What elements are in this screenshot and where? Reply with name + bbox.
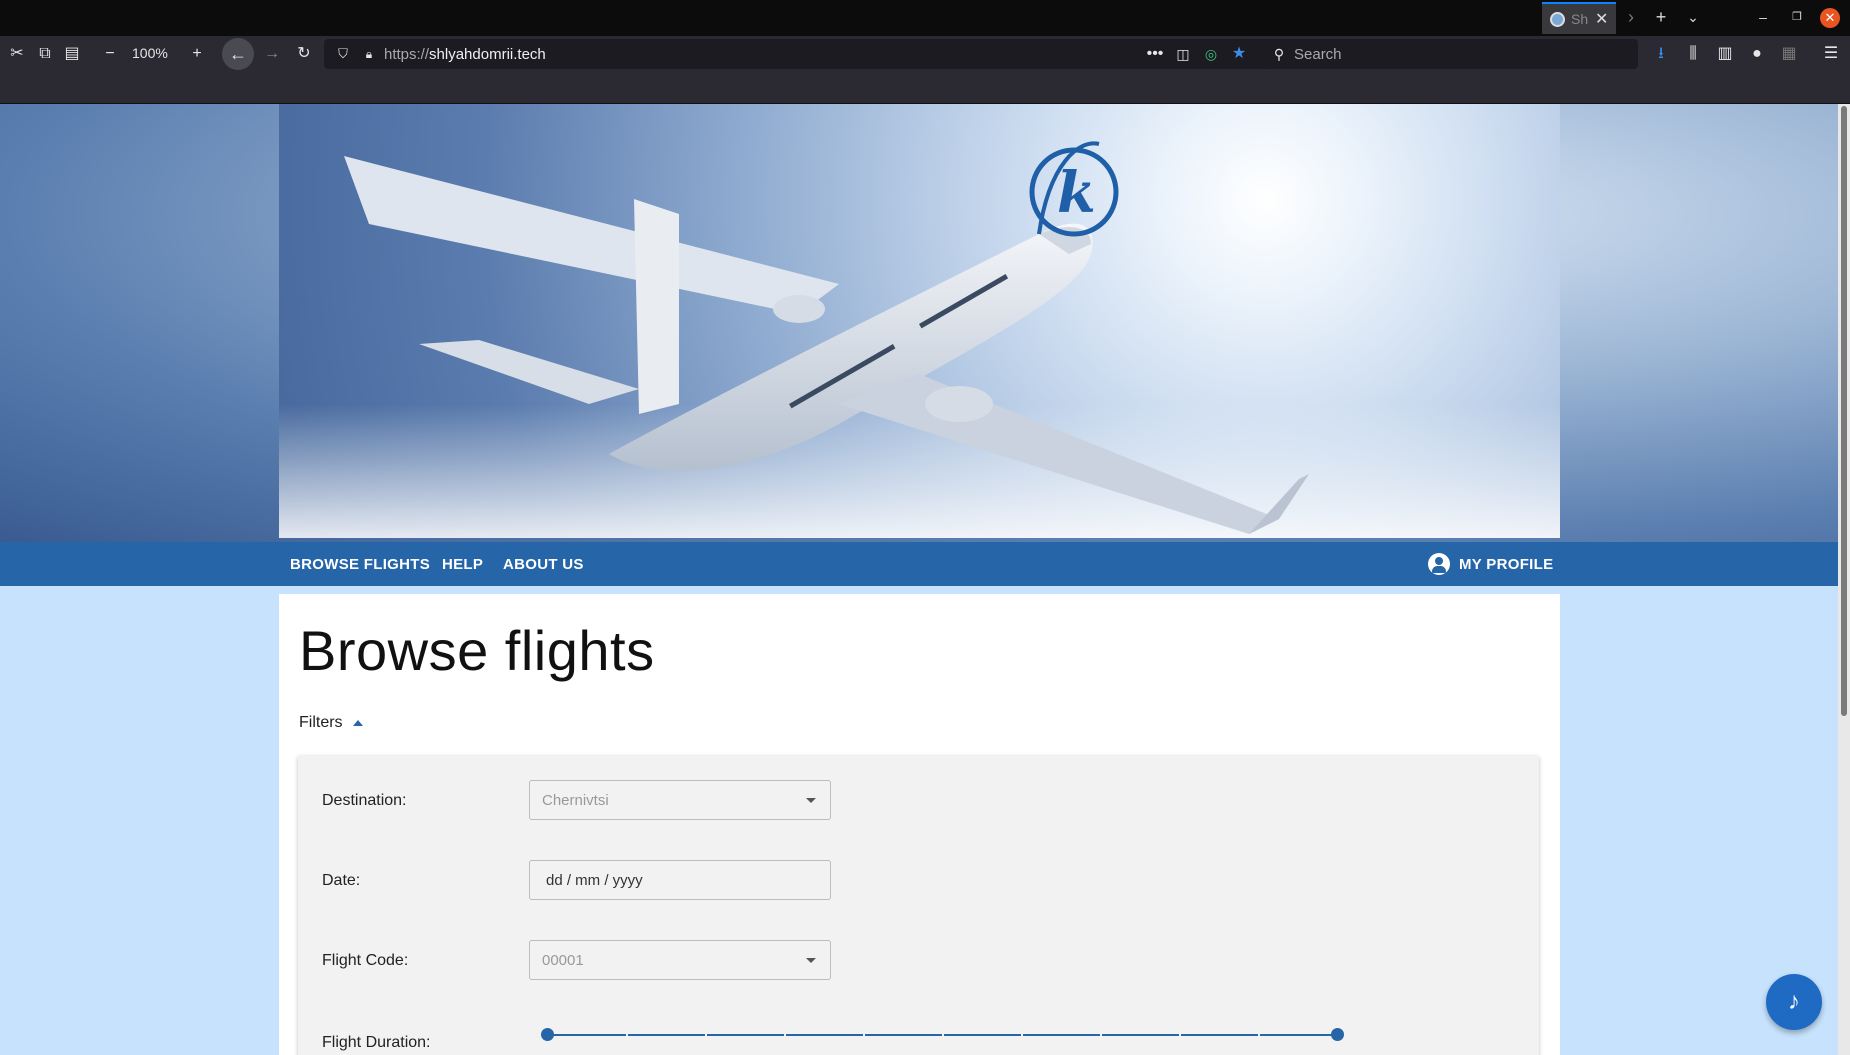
- bookmarks-toolbar: [0, 72, 1850, 104]
- copy-icon[interactable]: ⧉: [32, 43, 58, 65]
- paste-icon[interactable]: ▤: [59, 43, 85, 65]
- chevron-down-icon: [806, 958, 816, 963]
- nav-browse-flights[interactable]: BROWSE FLIGHTS: [290, 556, 430, 573]
- zoom-out-icon[interactable]: −: [97, 43, 123, 65]
- duration-slider-min-thumb[interactable]: [541, 1028, 554, 1041]
- pocket-icon[interactable]: ◫: [1170, 43, 1196, 65]
- url-bar[interactable]: ⛉ 🔒︎ https://shlyahdomrii.tech ••• ◫ ◎ ★: [324, 39, 1278, 69]
- bookmark-star-icon[interactable]: ★: [1226, 43, 1252, 65]
- tab-favicon-icon: [1550, 11, 1565, 27]
- minimize-icon[interactable]: –: [1752, 7, 1774, 27]
- menu-icon[interactable]: ☰: [1818, 43, 1844, 65]
- lock-icon[interactable]: 🔒︎: [356, 43, 382, 65]
- url-host: shlyahdomrii.tech: [429, 46, 546, 63]
- extension-icon[interactable]: ◎: [1198, 43, 1224, 65]
- main-content: Browse flights Filters Destination: Cher…: [279, 594, 1560, 1055]
- slider-tick: [1100, 1033, 1102, 1037]
- slider-tick: [705, 1033, 707, 1037]
- sidebar-icon[interactable]: ▥: [1712, 43, 1738, 65]
- logo-k-icon: k: [1029, 141, 1119, 237]
- back-button[interactable]: ←: [222, 38, 254, 70]
- zoom-in-icon[interactable]: +: [184, 43, 210, 65]
- caret-up-icon: [352, 720, 363, 726]
- slider-tick: [1179, 1033, 1181, 1037]
- tab-title: Sh: [1571, 11, 1589, 27]
- restore-icon[interactable]: ❐: [1786, 7, 1808, 27]
- browser-tab-active[interactable]: Sh ✕: [1542, 2, 1616, 34]
- extension-grey-icon[interactable]: ▦: [1776, 43, 1802, 65]
- search-icon: ⚲: [1273, 46, 1285, 62]
- slider-tick: [1021, 1033, 1023, 1037]
- page-actions-icon[interactable]: •••: [1142, 43, 1168, 65]
- library-icon[interactable]: ⫼: [1680, 43, 1706, 65]
- destination-label: Destination:: [322, 792, 407, 809]
- date-value: dd / mm / yyyy: [546, 872, 643, 889]
- page-title: Browse flights: [299, 619, 655, 682]
- account-circle-icon[interactable]: [1428, 553, 1450, 575]
- hero-banner-image: k: [279, 104, 1560, 538]
- site-nav: BROWSE FLIGHTS HELP ABOUT US MY PROFILE: [0, 542, 1850, 586]
- slider-tick: [626, 1033, 628, 1037]
- zoom-level[interactable]: 100%: [132, 45, 168, 61]
- url-text[interactable]: https://shlyahdomrii.tech: [384, 46, 546, 63]
- slider-tick: [942, 1033, 944, 1037]
- slider-tick: [784, 1033, 786, 1037]
- new-tab-icon[interactable]: +: [1648, 6, 1674, 28]
- nav-help[interactable]: HELP: [442, 556, 483, 573]
- destination-value: Chernivtsi: [542, 792, 609, 809]
- music-note-icon: ♪: [1788, 988, 1800, 1015]
- flight-code-label: Flight Code:: [322, 952, 409, 969]
- account-sync-icon[interactable]: ●: [1744, 43, 1770, 65]
- flight-duration-label: Flight Duration:: [322, 1034, 431, 1051]
- page-viewport: k BROWSE FLIGHTS HELP ABOUT US MY PROFIL…: [0, 104, 1850, 1055]
- search-bar[interactable]: ⚲ Search: [1262, 39, 1638, 69]
- forward-icon[interactable]: →: [259, 43, 285, 65]
- slider-tick: [863, 1033, 865, 1037]
- reload-icon[interactable]: ↻: [291, 43, 317, 65]
- nav-about-us[interactable]: ABOUT US: [503, 556, 584, 573]
- flight-code-value: 00001: [542, 952, 584, 969]
- destination-select[interactable]: Chernivtsi: [529, 780, 831, 820]
- tab-close-icon[interactable]: ✕: [1595, 9, 1608, 29]
- music-fab-button[interactable]: ♪: [1766, 974, 1822, 1030]
- search-input[interactable]: Search: [1294, 46, 1342, 63]
- window-close-icon[interactable]: ✕: [1820, 8, 1840, 28]
- date-input[interactable]: dd / mm / yyyy: [529, 860, 831, 900]
- downloads-icon[interactable]: ⭳: [1648, 43, 1674, 65]
- date-label: Date:: [322, 872, 361, 889]
- nav-my-profile[interactable]: MY PROFILE: [1459, 556, 1553, 573]
- filter-panel: Destination: Chernivtsi Date: dd / mm / …: [298, 756, 1539, 1055]
- tracking-shield-icon[interactable]: ⛉: [330, 43, 356, 65]
- airplane-illustration: k: [279, 141, 1560, 538]
- chevron-down-icon: [806, 798, 816, 803]
- url-scheme: https://: [384, 46, 430, 63]
- filters-label: Filters: [299, 714, 343, 731]
- flight-code-select[interactable]: 00001: [529, 940, 831, 980]
- tab-scroll-right-icon[interactable]: ›: [1618, 6, 1644, 28]
- cut-icon[interactable]: ✂: [4, 43, 30, 65]
- duration-slider-track[interactable]: [547, 1033, 1337, 1037]
- page-scrollbar[interactable]: [1838, 104, 1850, 1055]
- duration-slider-max-thumb[interactable]: [1331, 1028, 1344, 1041]
- slider-tick: [1258, 1033, 1260, 1037]
- scrollbar-thumb[interactable]: [1841, 106, 1847, 716]
- tab-list-icon[interactable]: ⌄: [1680, 6, 1706, 28]
- browser-tab-bar: Sh ✕ › + ⌄ – ❐ ✕: [0, 0, 1850, 36]
- svg-text:k: k: [1057, 160, 1096, 226]
- filters-toggle[interactable]: Filters: [299, 714, 363, 732]
